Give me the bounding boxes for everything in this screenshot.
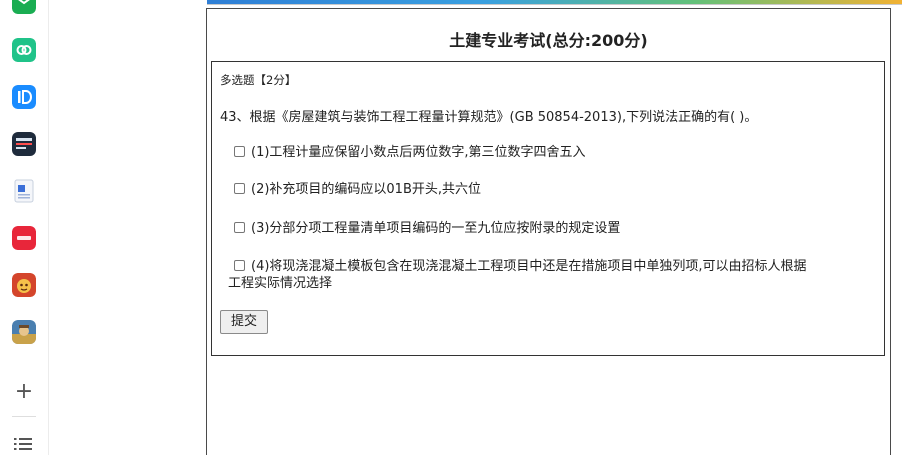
app-dock: + — [0, 0, 49, 455]
dock-divider — [12, 416, 36, 417]
option-4-label-line2: 工程实际情况选择 — [228, 276, 333, 291]
option-1-checkbox[interactable] — [234, 146, 245, 157]
add-app-icon[interactable]: + — [12, 380, 36, 404]
option-2-label: (2)补充项目的编码应以01B开头,共六位 — [251, 182, 482, 197]
exam-title: 土建专业考试(总分:200分) — [449, 31, 648, 50]
game-icon[interactable] — [12, 273, 36, 297]
screen: + 土建专业考试(总分:200分) 多选题【2分】 43、根据《房屋建筑与装饰工… — [0, 0, 902, 455]
option-4-checkbox[interactable] — [234, 260, 245, 271]
option-3-label: (3)分部分项工程量清单项目编码的一至九位应按附录的规定设置 — [251, 221, 621, 236]
option-1-label: (1)工程计量应保留小数点后两位数字,第三位数字四舍五入 — [251, 145, 586, 160]
option-4[interactable]: (4)将现浇混凝土模板包含在现浇混凝土工程项目中还是在措施项目中单独列项,可以由… — [228, 258, 874, 292]
id-icon[interactable] — [12, 85, 36, 109]
top-divider — [207, 4, 902, 5]
mail-icon[interactable] — [12, 0, 36, 14]
question-text: 43、根据《房屋建筑与装饰工程工程量计算规范》(GB 50854-2013),下… — [220, 110, 758, 125]
battle-icon[interactable] — [12, 320, 36, 344]
submit-button[interactable]: 提交 — [220, 310, 269, 334]
option-3[interactable]: (3)分部分项工程量清单项目编码的一至九位应按附录的规定设置 — [234, 220, 874, 237]
shop-icon[interactable] — [12, 226, 36, 250]
option-4-label-line1: (4)将现浇混凝土模板包含在现浇混凝土工程项目中还是在措施项目中单独列项,可以由… — [251, 259, 807, 274]
option-2[interactable]: (2)补充项目的编码应以01B开头,共六位 — [234, 181, 874, 198]
option-2-checkbox[interactable] — [234, 183, 245, 194]
cloud-icon[interactable] — [12, 38, 36, 62]
question-type-label: 多选题【2分】 — [220, 73, 297, 87]
exam-frame: 土建专业考试(总分:200分) 多选题【2分】 43、根据《房屋建筑与装饰工程工… — [206, 8, 891, 455]
option-1[interactable]: (1)工程计量应保留小数点后两位数字,第三位数字四舍五入 — [234, 144, 874, 161]
doc-icon[interactable] — [12, 179, 36, 203]
list-icon[interactable] — [14, 436, 34, 452]
news-icon[interactable] — [12, 132, 36, 156]
question-card: 多选题【2分】 43、根据《房屋建筑与装饰工程工程量计算规范》(GB 50854… — [211, 61, 885, 356]
option-3-checkbox[interactable] — [234, 222, 245, 233]
